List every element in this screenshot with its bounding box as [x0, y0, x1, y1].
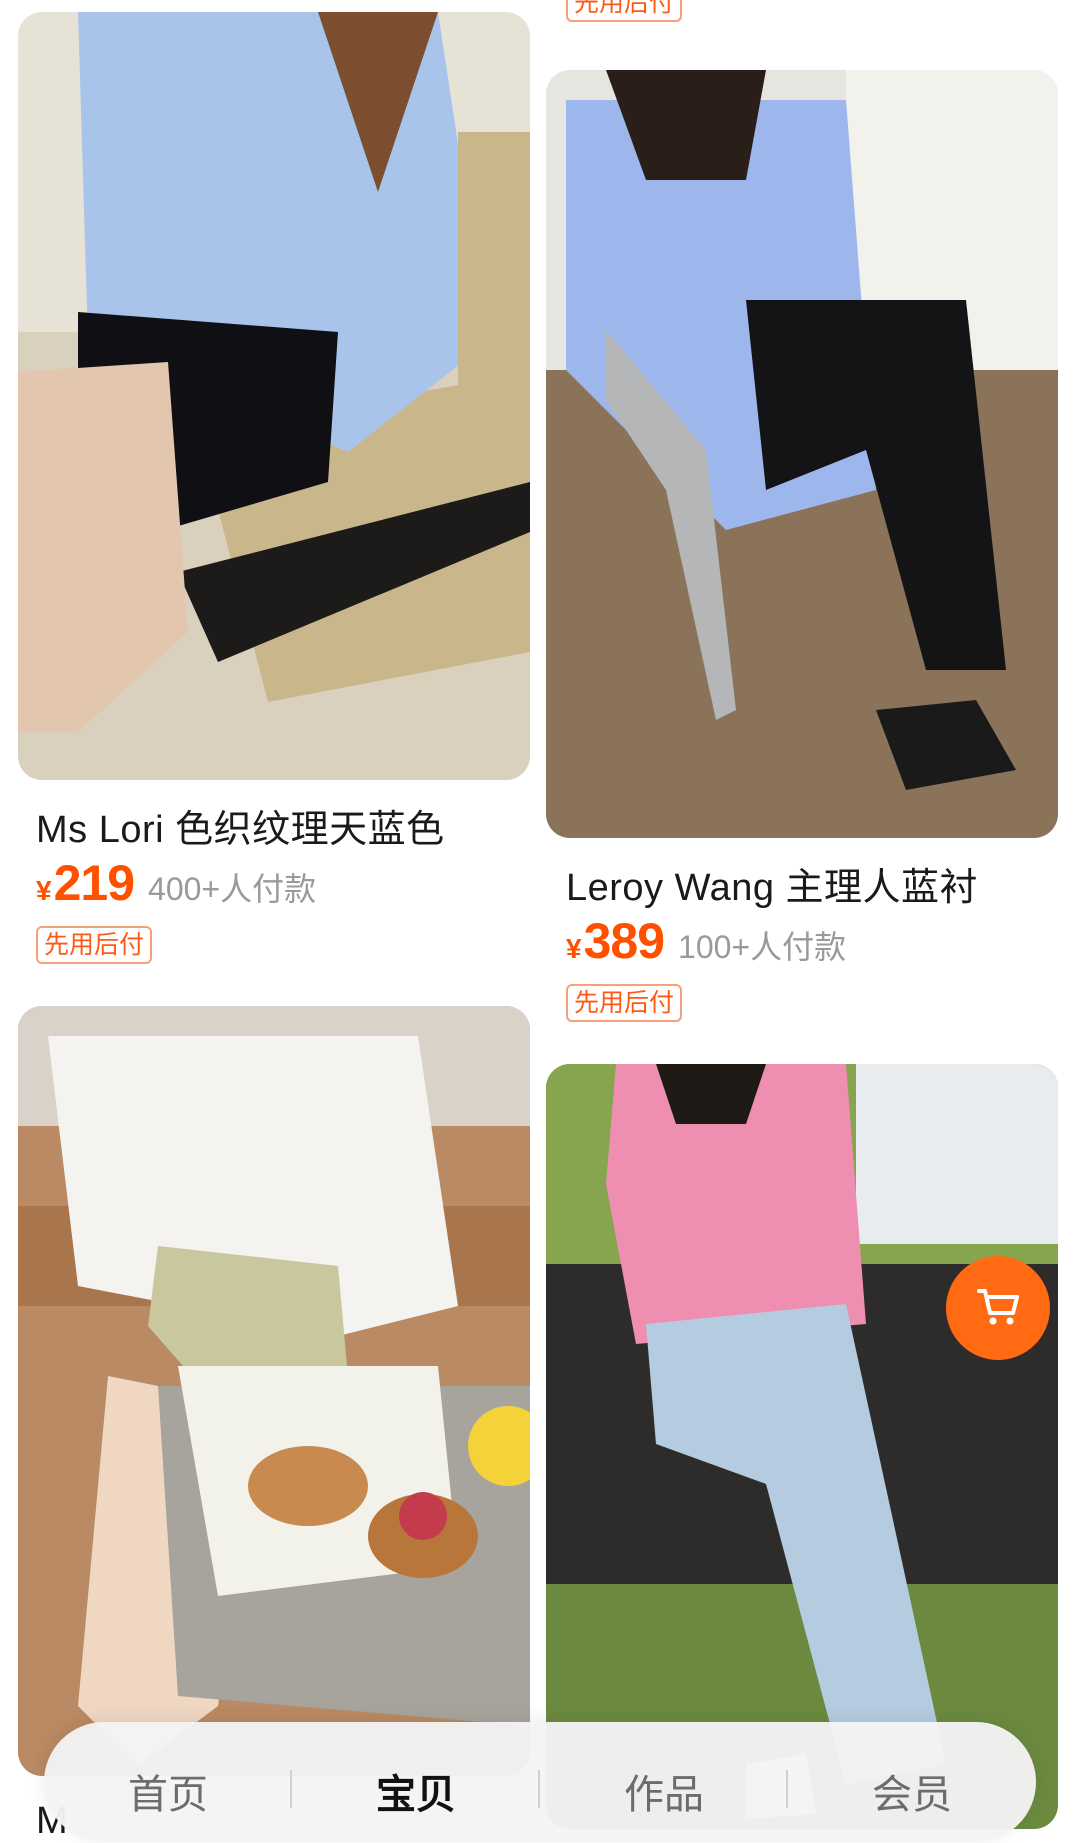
tab-label: 作品 [624, 1773, 704, 1817]
tab-membership[interactable]: 会员 [788, 1722, 1036, 1842]
add-to-cart-button[interactable] [946, 1256, 1050, 1360]
product-title[interactable]: Ms Lori 色织纹理天蓝色 [36, 798, 445, 853]
tab-label: 宝贝 [376, 1773, 456, 1817]
pay-later-tag: 先用后付 [566, 984, 683, 1022]
bottom-tab-bar: 首页 宝贝 作品 会员 [44, 1722, 1036, 1842]
product-price: 219 [53, 855, 135, 911]
shopping-cart-icon [973, 1281, 1023, 1336]
tab-home[interactable]: 首页 [44, 1722, 292, 1842]
tab-works[interactable]: 作品 [540, 1722, 788, 1842]
product-title[interactable]: Leroy Wang 主理人蓝衬 [566, 856, 978, 911]
product-price: 389 [583, 913, 665, 969]
pay-later-tag-top-partial: 先用后付 [566, 0, 683, 22]
currency-symbol: ¥ [36, 875, 52, 906]
sold-count: 400+人付款 [148, 871, 317, 907]
product-image-blue-shirt-metal-chair[interactable] [546, 70, 1058, 838]
sold-count: 100+人付款 [678, 929, 847, 965]
product-image-blue-shirt-rattan-chair[interactable] [18, 12, 530, 780]
pay-later-tag: 先用后付 [36, 926, 153, 964]
product-image-pink-shirt-garden[interactable] [546, 1064, 1058, 1829]
price-row: ¥ 389 100+人付款 [566, 912, 846, 970]
tab-label: 首页 [128, 1773, 208, 1817]
tab-items[interactable]: 宝贝 [292, 1722, 540, 1842]
currency-symbol: ¥ [566, 933, 582, 964]
tab-label: 会员 [872, 1773, 952, 1817]
price-row: ¥ 219 400+人付款 [36, 854, 316, 912]
product-image-white-shirt-cafe[interactable] [18, 1006, 530, 1776]
